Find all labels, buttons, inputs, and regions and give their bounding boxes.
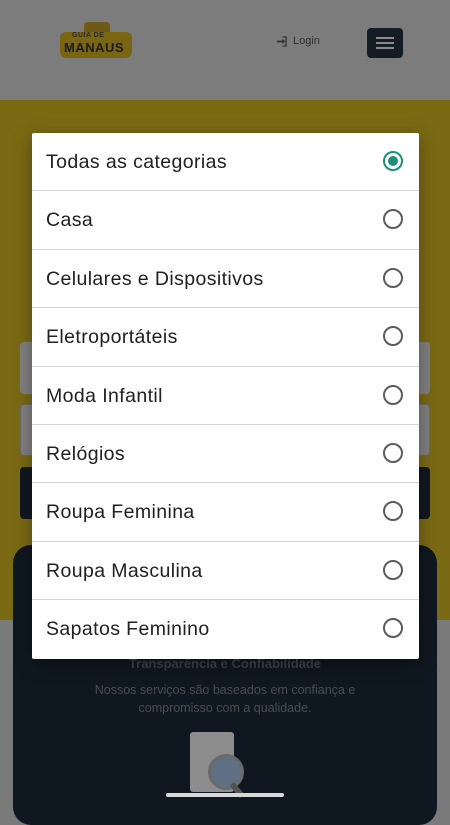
category-option[interactable]: Celulares e Dispositivos bbox=[32, 250, 419, 309]
logo-line1: GUIA DE bbox=[72, 32, 105, 39]
radio-button[interactable] bbox=[383, 267, 403, 288]
category-option-label: Casa bbox=[46, 209, 94, 232]
magnifier-icon bbox=[208, 754, 244, 790]
login-link[interactable]: Login bbox=[276, 35, 320, 47]
home-indicator[interactable] bbox=[166, 793, 284, 797]
document-search-illustration bbox=[190, 732, 252, 799]
hamburger-icon-bar bbox=[376, 47, 394, 49]
card-text: Nossos serviços são baseados em confianç… bbox=[94, 683, 356, 715]
category-option-label: Roupa Masculina bbox=[46, 559, 203, 582]
category-picker-dialog: Todas as categorias Casa Celulares e Dis… bbox=[32, 133, 419, 659]
guia-de-manaus-logo[interactable]: GUIA DE MANAUS bbox=[60, 22, 132, 58]
radio-button[interactable] bbox=[383, 209, 403, 230]
hamburger-icon-bar bbox=[376, 42, 394, 44]
category-option[interactable]: Roupa Feminina bbox=[32, 483, 419, 542]
radio-button[interactable] bbox=[383, 384, 403, 405]
radio-button[interactable] bbox=[383, 326, 403, 347]
category-option[interactable]: Eletroportáteis bbox=[32, 308, 419, 367]
category-option[interactable]: Roupa Masculina bbox=[32, 542, 419, 601]
radio-button[interactable] bbox=[383, 618, 403, 639]
category-option-label: Relógios bbox=[46, 442, 126, 465]
login-label: Login bbox=[293, 35, 320, 47]
category-option-label: Moda Infantil bbox=[46, 384, 163, 407]
radio-button-selected[interactable] bbox=[383, 151, 403, 171]
category-option[interactable]: Sapatos Feminino bbox=[32, 600, 419, 658]
hamburger-menu-button[interactable] bbox=[367, 28, 403, 58]
category-option-label: Sapatos Feminino bbox=[46, 618, 210, 641]
category-option[interactable]: Casa bbox=[32, 191, 419, 250]
radio-button[interactable] bbox=[383, 501, 403, 522]
category-option-label: Roupa Feminina bbox=[46, 501, 195, 524]
hamburger-icon-bar bbox=[376, 37, 394, 39]
category-option[interactable]: Relógios bbox=[32, 425, 419, 484]
sign-in-icon bbox=[276, 35, 287, 47]
category-option[interactable]: Moda Infantil bbox=[32, 367, 419, 425]
category-option-label: Eletroportáteis bbox=[46, 326, 178, 349]
radio-button[interactable] bbox=[383, 442, 403, 463]
category-option-label: Celulares e Dispositivos bbox=[46, 267, 264, 290]
site-header: GUIA DE MANAUS Login bbox=[0, 0, 450, 100]
logo-line2: MANAUS bbox=[64, 40, 125, 55]
category-option-label: Todas as categorias bbox=[46, 151, 228, 173]
radio-button[interactable] bbox=[383, 559, 403, 580]
category-option[interactable]: Todas as categorias bbox=[32, 133, 419, 192]
